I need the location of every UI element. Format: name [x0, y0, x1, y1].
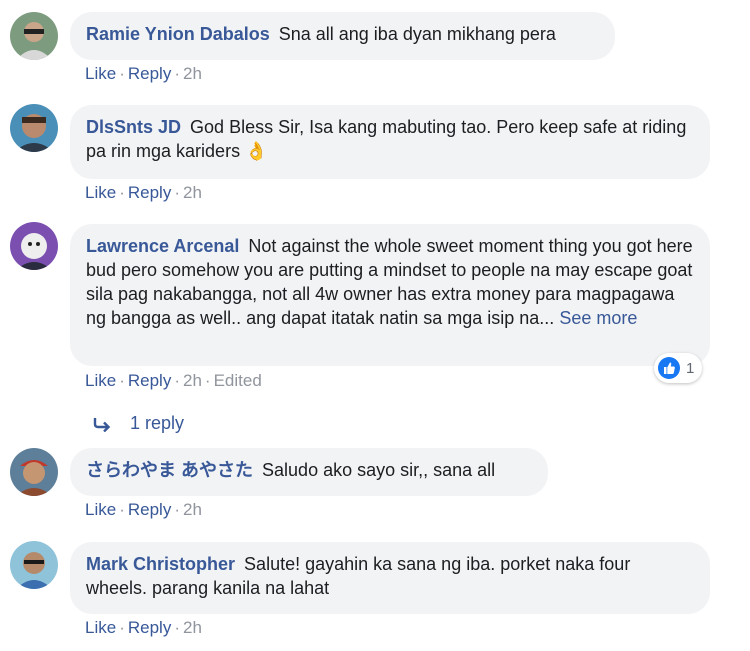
comment-timestamp[interactable]: 2h	[183, 183, 202, 202]
reply-link[interactable]: Reply	[128, 64, 171, 83]
comment-timestamp[interactable]: 2h	[183, 371, 202, 390]
avatar[interactable]	[10, 222, 58, 270]
ok-hand-emoji: 👌	[245, 141, 268, 161]
comment-bubble: Mark Christopher Salute! gayahin ka sana…	[70, 542, 710, 614]
comment-text: Saludo ako sayo sir,, sana all	[262, 460, 496, 480]
avatar[interactable]	[10, 541, 58, 589]
like-link[interactable]: Like	[85, 183, 116, 202]
reply-link[interactable]: Reply	[128, 183, 171, 202]
comment-bubble: Lawrence Arcenal Not against the whole s…	[70, 224, 710, 366]
edited-label: Edited	[213, 371, 262, 390]
view-replies-link[interactable]: 1 reply	[92, 413, 184, 434]
like-link[interactable]: Like	[85, 500, 116, 519]
comment-actions: Like · Reply · 2h	[85, 64, 202, 83]
comment-bubble: さらわやま あやさた Saludo ako sayo sir,, sana al…	[70, 448, 548, 496]
like-thumb-icon	[658, 357, 680, 379]
comment-author[interactable]: DlsSnts JD	[86, 117, 181, 137]
reply-arrow-icon	[92, 416, 112, 432]
comment-actions: Like · Reply · 2h · Edited	[85, 371, 262, 390]
avatar[interactable]	[10, 12, 58, 60]
reaction-count: 1	[686, 359, 695, 377]
comment-author[interactable]: Ramie Ynion Dabalos	[86, 24, 270, 44]
comment-timestamp[interactable]: 2h	[183, 500, 202, 519]
avatar[interactable]	[10, 448, 58, 496]
like-link[interactable]: Like	[85, 371, 116, 390]
comment-text: Sna all ang iba dyan mikhang pera	[278, 24, 556, 44]
reply-link[interactable]: Reply	[128, 500, 171, 519]
comment-actions: Like · Reply · 2h	[85, 618, 202, 637]
see-more-link[interactable]: See more	[559, 308, 637, 328]
reaction-badge[interactable]: 1	[654, 353, 703, 383]
comment-author[interactable]: さらわやま あやさた	[86, 460, 253, 480]
like-link[interactable]: Like	[85, 618, 116, 637]
comment-bubble: Ramie Ynion Dabalos Sna all ang iba dyan…	[70, 12, 615, 60]
comment-author[interactable]: Lawrence Arcenal	[86, 236, 239, 256]
avatar[interactable]	[10, 104, 58, 152]
comment-author[interactable]: Mark Christopher	[86, 554, 235, 574]
comment-bubble: DlsSnts JD God Bless Sir, Isa kang mabut…	[70, 105, 710, 179]
like-link[interactable]: Like	[85, 64, 116, 83]
comment-timestamp[interactable]: 2h	[183, 64, 202, 83]
comment-actions: Like · Reply · 2h	[85, 183, 202, 202]
comment-actions: Like · Reply · 2h	[85, 500, 202, 519]
replies-count-label[interactable]: 1 reply	[130, 413, 184, 434]
comment-timestamp[interactable]: 2h	[183, 618, 202, 637]
reply-link[interactable]: Reply	[128, 371, 171, 390]
reply-link[interactable]: Reply	[128, 618, 171, 637]
